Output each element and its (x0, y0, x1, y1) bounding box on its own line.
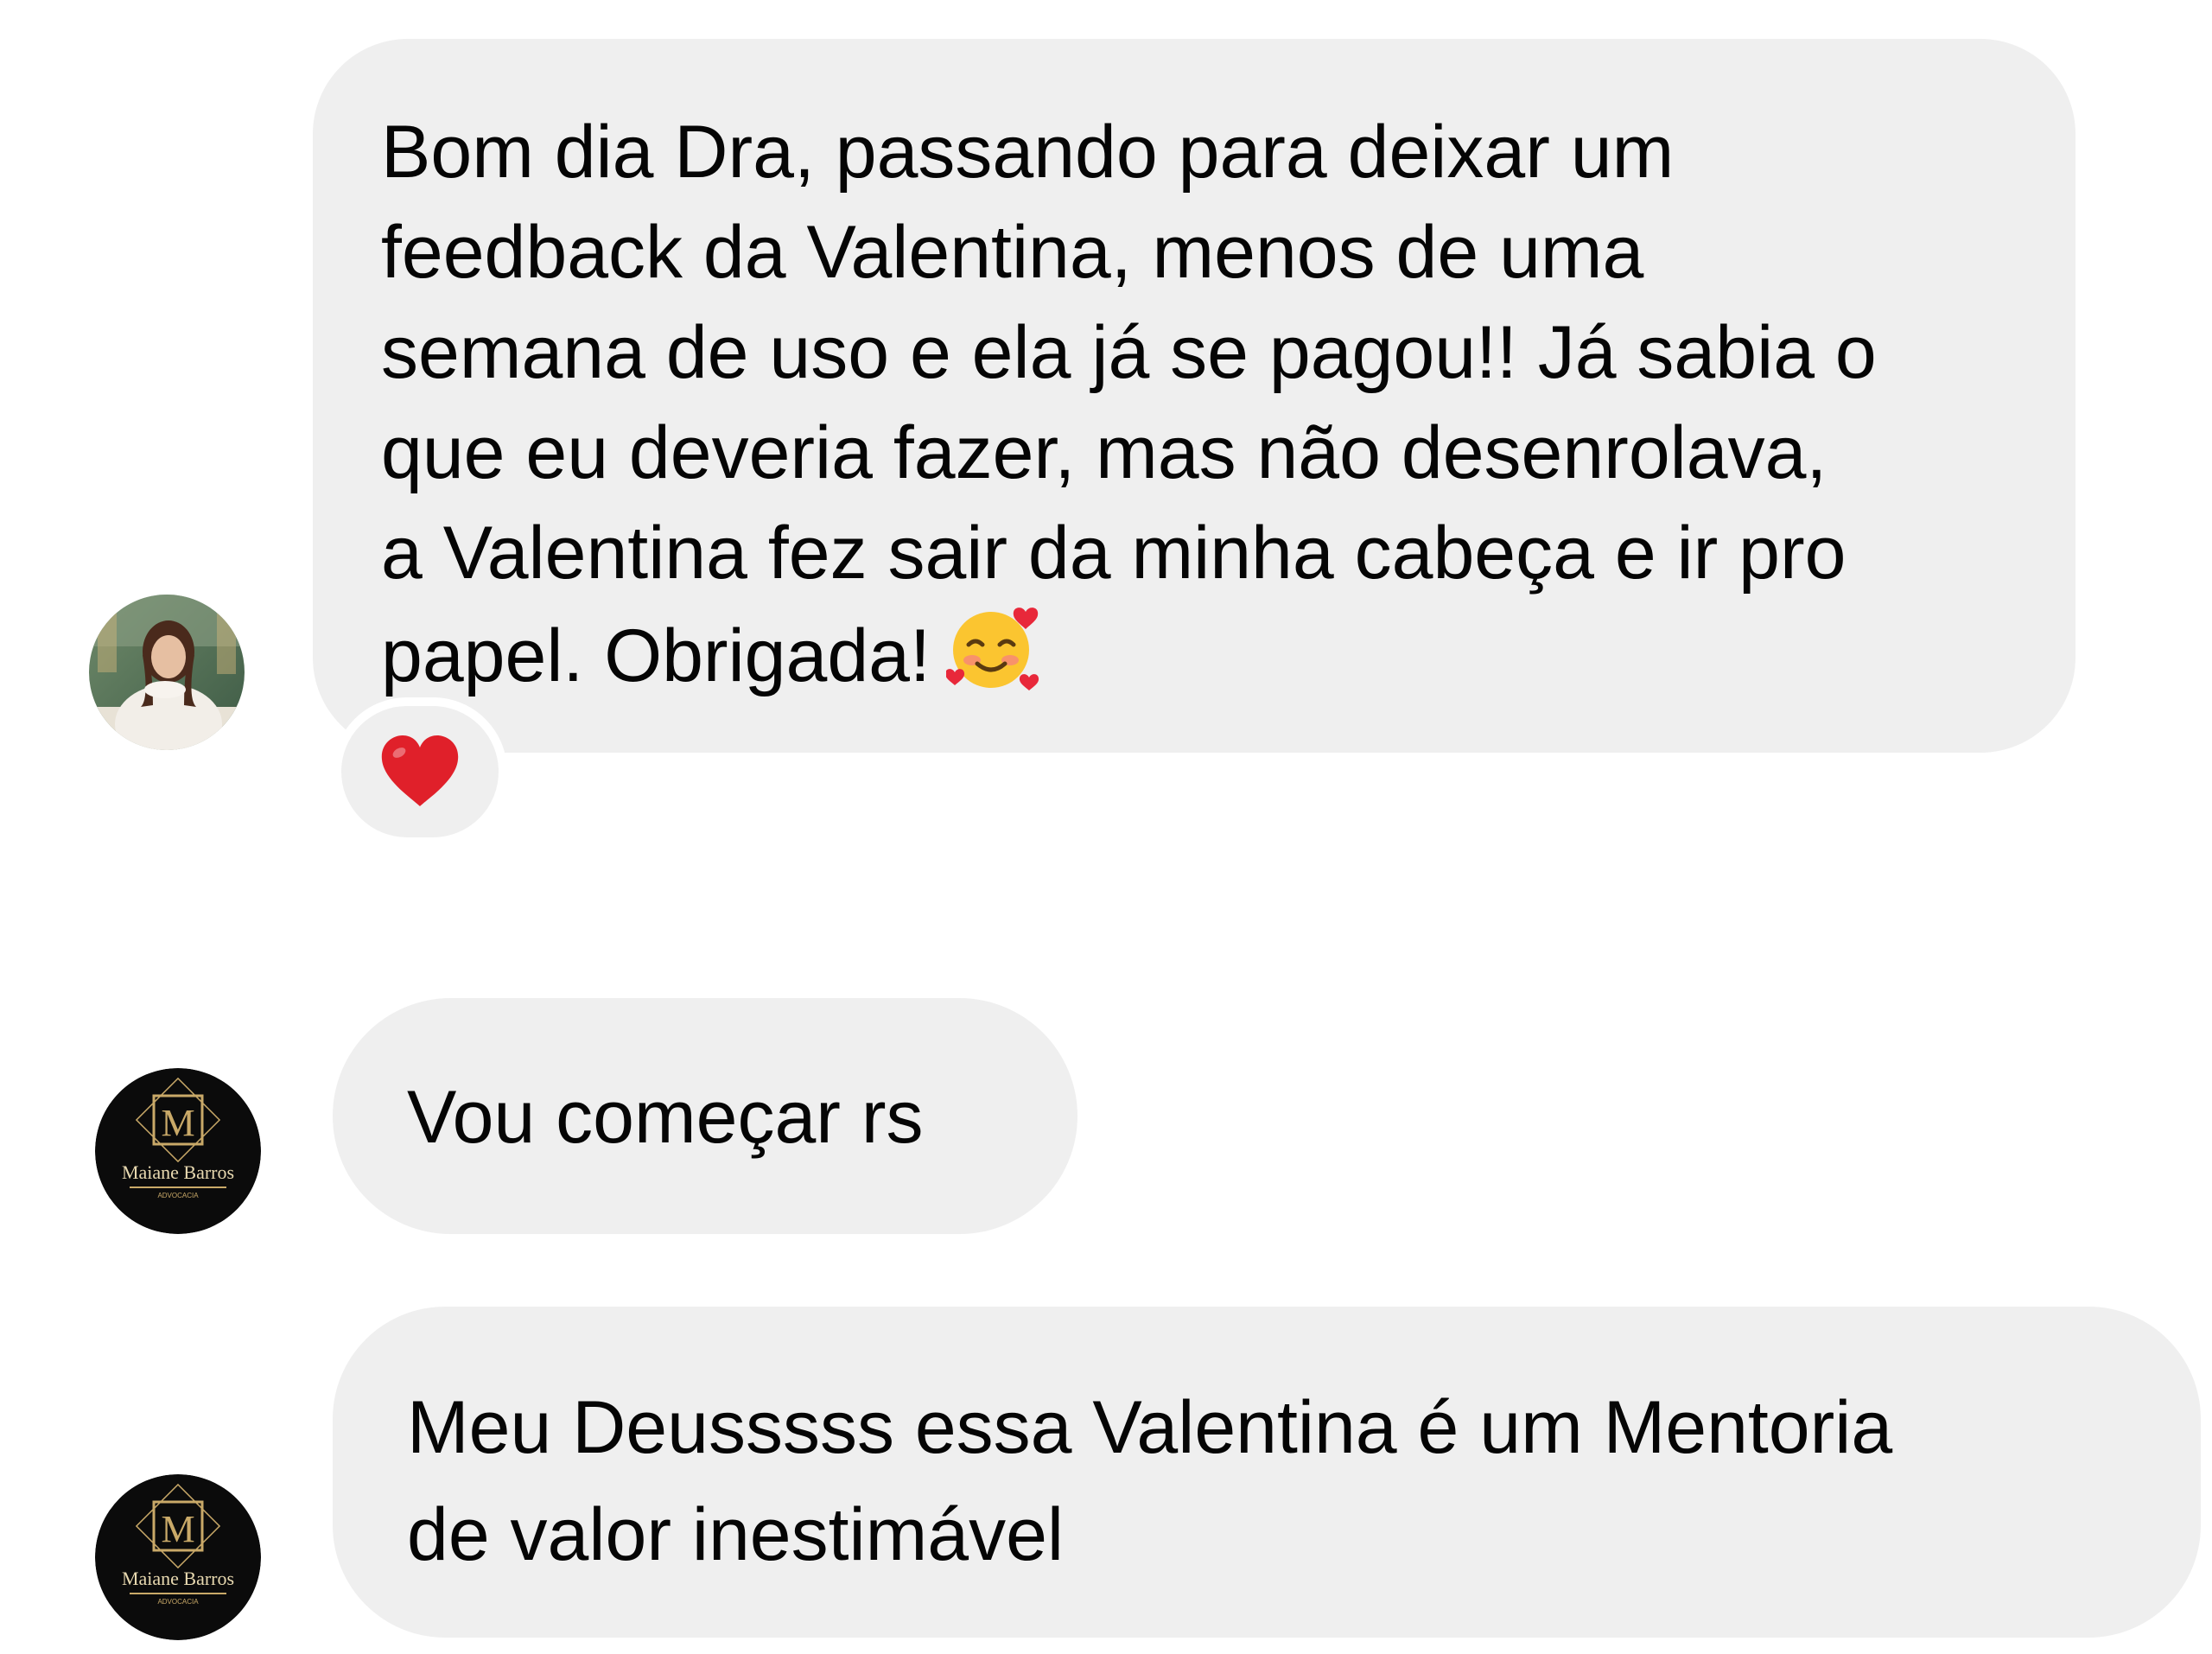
message-bubble-received[interactable]: Meu Deusssss essa Valentina é um Mentori… (333, 1307, 2201, 1638)
maiane-barros-logo-avatar: M Maiane Barros ADVOCACIA (95, 1068, 261, 1234)
message-text-line: Meu Deusssss essa Valentina é um Mentori… (407, 1386, 1893, 1469)
sender-avatar-photo[interactable] (89, 595, 245, 750)
reaction-badge[interactable] (333, 697, 507, 846)
logo-name-text: Maiane Barros (122, 1568, 234, 1589)
sender-avatar-logo[interactable]: M Maiane Barros ADVOCACIA (95, 1068, 261, 1234)
logo-name-text: Maiane Barros (122, 1161, 234, 1183)
logo-monogram-text: M (161, 1102, 194, 1144)
message-text-line: de valor inestimável (407, 1493, 1065, 1576)
message-bubble-received[interactable]: Vou começar rs (333, 998, 1077, 1234)
message-text-line-last: papel. Obrigada! (381, 603, 2075, 718)
message-text-line: feedback da Valentina, menos de uma (381, 211, 1644, 294)
woman-photo-avatar (89, 595, 245, 750)
logo-tagline-text: ADVOCACIA (157, 1598, 199, 1606)
sender-avatar-logo[interactable]: M Maiane Barros ADVOCACIA (95, 1474, 261, 1640)
message-text-line: semana de uso e ela já se pagou!! Já sab… (381, 311, 1877, 394)
message-bubble-received[interactable]: Bom dia Dra, passando para deixar um fee… (313, 39, 2075, 753)
logo-monogram-text: M (161, 1508, 194, 1550)
logo-tagline-text: ADVOCACIA (157, 1192, 199, 1199)
message-text-line: papel. Obrigada! (381, 614, 931, 697)
message-text-line: a Valentina fez sair da minha cabeça e i… (381, 512, 1847, 595)
maiane-barros-logo-avatar: M Maiane Barros ADVOCACIA (95, 1474, 261, 1640)
red-heart-icon (381, 735, 459, 806)
message-text-line: Vou começar rs (407, 1076, 924, 1159)
message-text-line: que eu deveria fazer, mas não desenrolav… (381, 411, 1827, 494)
message-text-line: Bom dia Dra, passando para deixar um (381, 111, 1675, 194)
smiling-face-with-hearts-icon (944, 603, 1043, 718)
